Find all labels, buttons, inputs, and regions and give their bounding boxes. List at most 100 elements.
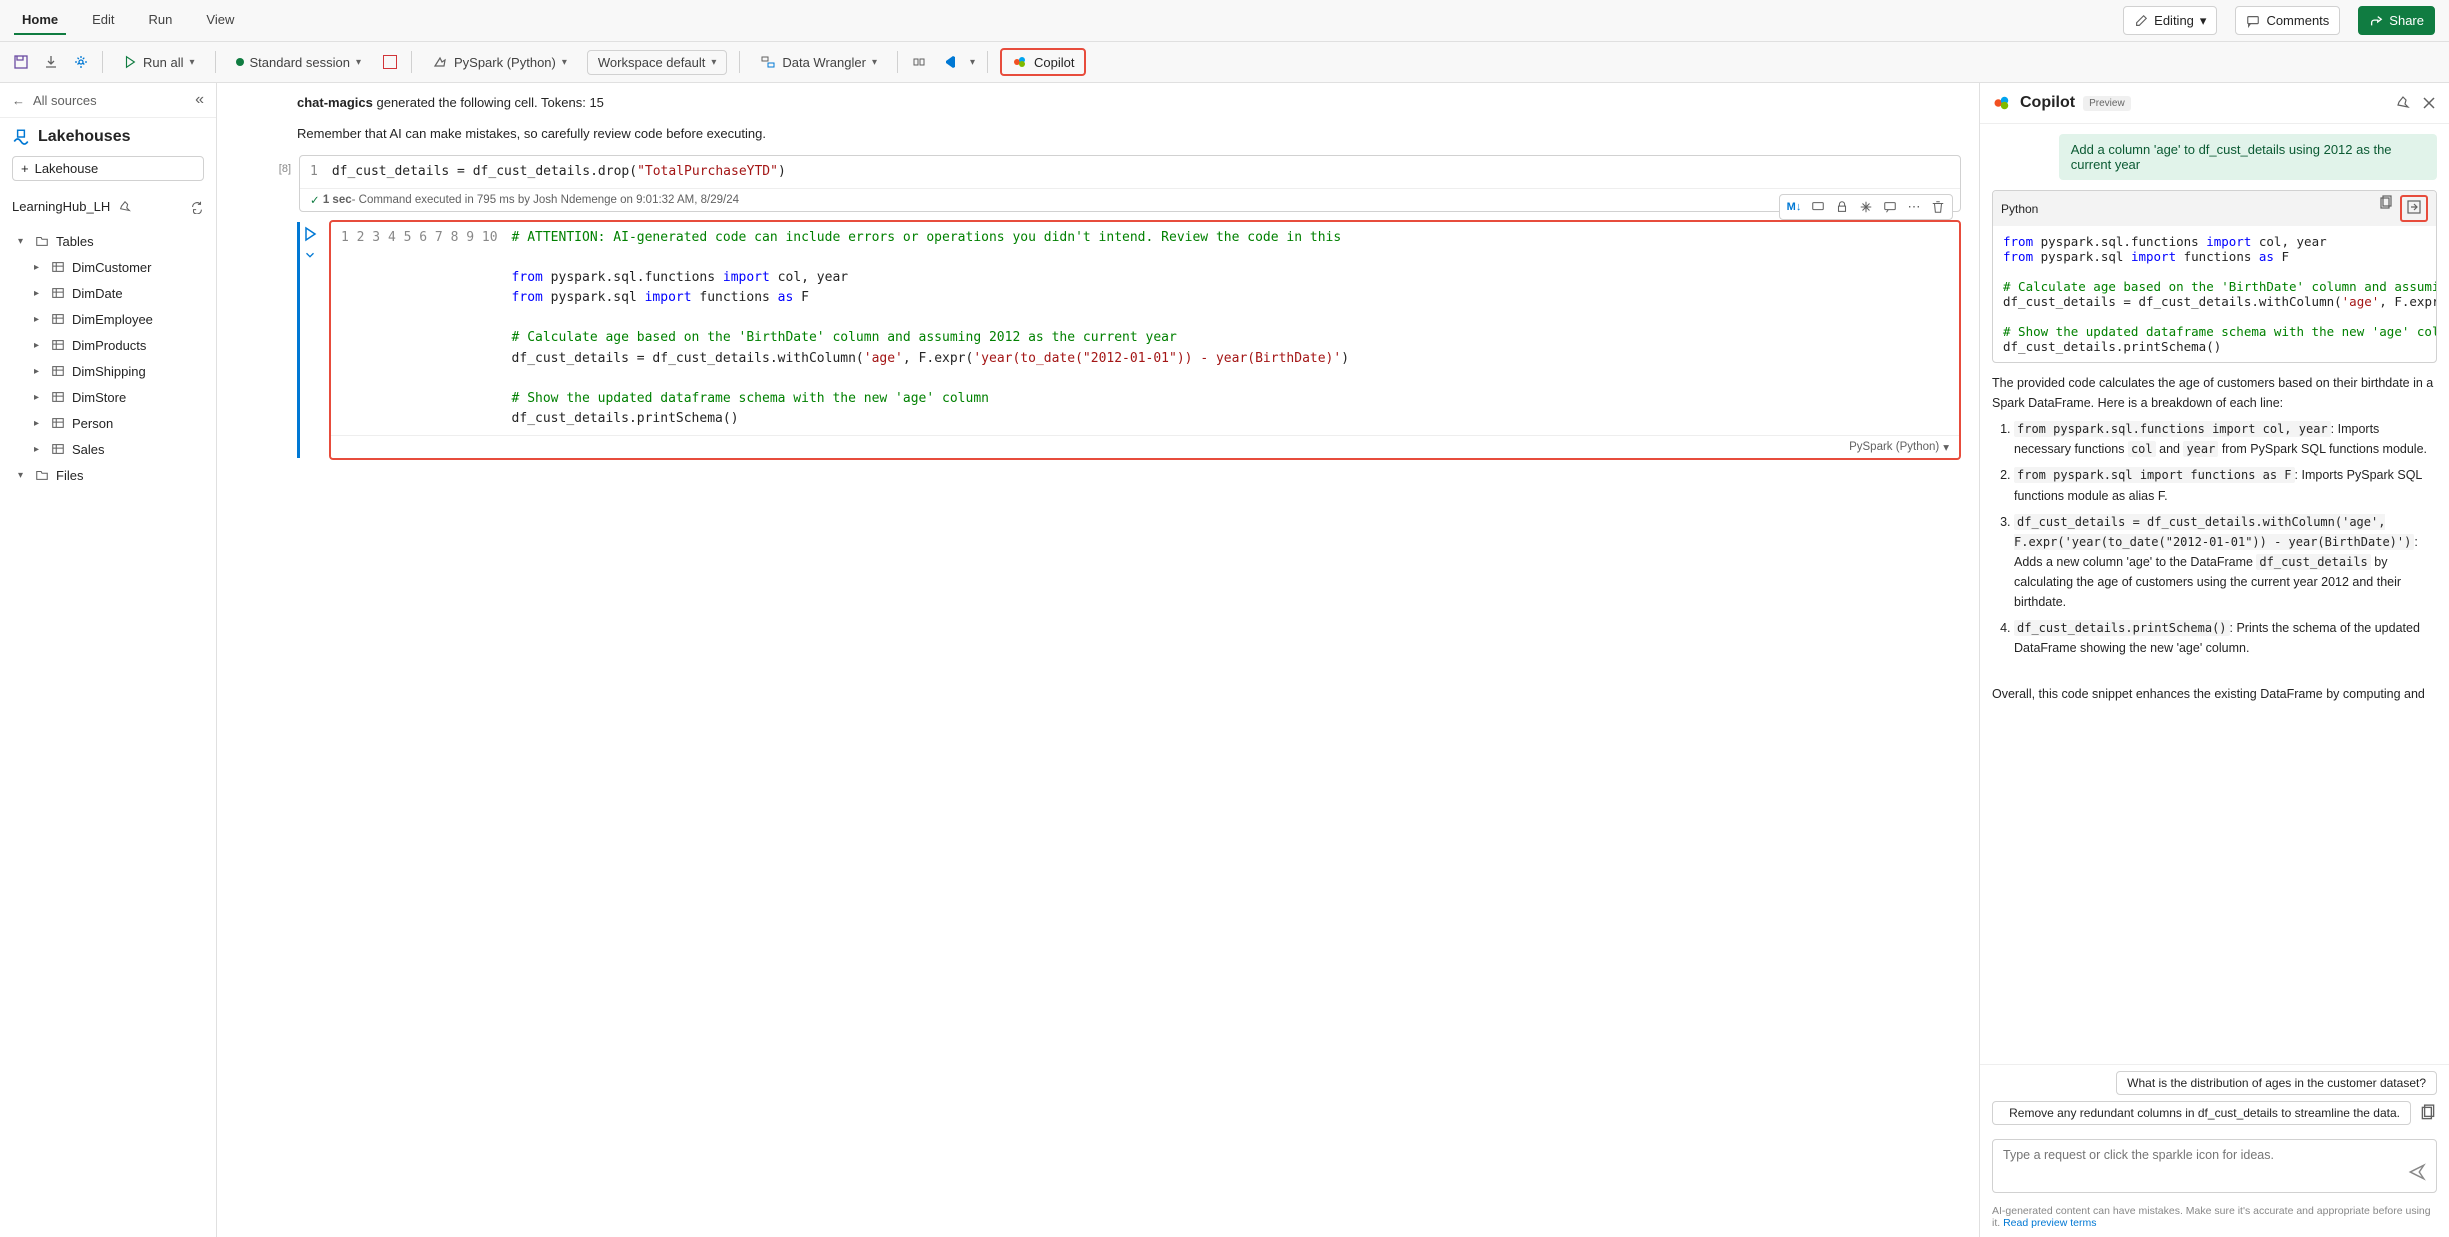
markdown-toggle[interactable]: M↓ — [1786, 199, 1802, 215]
play-icon — [123, 55, 137, 69]
stop-icon — [383, 55, 397, 69]
tree-table-item[interactable]: ▸Sales — [0, 436, 216, 462]
refresh-icon[interactable] — [190, 200, 204, 214]
code-body[interactable]: df_cust_details = df_cust_details.drop("… — [332, 162, 786, 182]
table-name: Sales — [72, 442, 105, 457]
copilot-label: Copilot — [1034, 55, 1074, 70]
copilot-icon — [1992, 93, 2012, 113]
delete-icon[interactable] — [1930, 199, 1946, 215]
settings-icon[interactable] — [72, 53, 90, 71]
suggestion-chip[interactable]: What is the distribution of ages in the … — [2116, 1071, 2437, 1095]
tab-view[interactable]: View — [198, 6, 242, 35]
preview-badge: Preview — [2083, 96, 2131, 111]
run-cell-icon[interactable] — [302, 226, 318, 242]
copilot-input-field[interactable] — [2003, 1148, 2408, 1162]
table-name: DimEmployee — [72, 312, 153, 327]
stop-button[interactable] — [381, 53, 399, 71]
tab-run[interactable]: Run — [141, 6, 181, 35]
copilot-button[interactable]: Copilot — [1000, 48, 1086, 76]
data-wrangler-dropdown[interactable]: Data Wrangler ▾ — [752, 50, 885, 74]
plus-icon: + — [21, 161, 29, 176]
table-name: DimProducts — [72, 338, 146, 353]
preview-terms-link[interactable]: Read preview terms — [2003, 1217, 2096, 1229]
lakehouse-name[interactable]: LearningHub_LH — [12, 199, 110, 214]
pin-icon[interactable] — [118, 200, 132, 214]
cell-lang-dropdown[interactable]: PySpark (Python)▾ — [1849, 440, 1949, 454]
insert-code-button[interactable] — [2400, 195, 2428, 222]
user-message: Add a column 'age' to df_cust_details us… — [2059, 134, 2437, 180]
editing-label: Editing — [2154, 13, 2194, 28]
tree-table-item[interactable]: ▸DimCustomer — [0, 254, 216, 280]
comments-button[interactable]: Comments — [2235, 6, 2340, 35]
copilot-code-block: Python from pyspark.sql.functions import… — [1992, 190, 2437, 363]
download-icon[interactable] — [42, 53, 60, 71]
status-dot-icon — [236, 58, 244, 66]
comments-label: Comments — [2266, 13, 2329, 28]
send-icon[interactable] — [2408, 1163, 2426, 1184]
editing-mode-dropdown[interactable]: Editing ▾ — [2123, 6, 2217, 35]
pencil-icon — [2134, 14, 2148, 28]
add-lakehouse-button[interactable]: + Lakehouse — [12, 156, 204, 181]
tree-table-item[interactable]: ▸ DimProducts — [0, 332, 216, 358]
table-icon — [50, 337, 66, 353]
wrangler-label: Data Wrangler — [782, 55, 866, 70]
sources-label[interactable]: All sources — [33, 93, 97, 108]
files-label: Files — [56, 468, 83, 483]
frozen-icon[interactable] — [910, 53, 928, 71]
save-icon[interactable] — [12, 53, 30, 71]
chevron-down-icon[interactable]: ▾ — [970, 57, 975, 68]
copilot-input[interactable] — [1992, 1139, 2437, 1193]
copilot-cell-icon[interactable] — [1882, 199, 1898, 215]
sidebar: ← All sources « Lakehouses + Lakehouse L… — [0, 83, 217, 1237]
session-status[interactable]: Standard session ▾ — [228, 51, 369, 74]
spark-icon — [432, 54, 448, 70]
line-number: 1 — [310, 162, 332, 182]
tree-files[interactable]: ▾ Files — [0, 462, 216, 488]
share-icon — [2369, 14, 2383, 28]
code-body[interactable]: # ATTENTION: AI-generated code can inclu… — [512, 228, 1349, 429]
notebook-content: chat-magics generated the following cell… — [217, 83, 1979, 1237]
lakehouse-tag-label: Lakehouse — [35, 161, 99, 176]
tab-home[interactable]: Home — [14, 6, 66, 35]
lock-icon[interactable] — [1834, 199, 1850, 215]
lakehouse-icon — [12, 128, 30, 146]
freeze-icon[interactable] — [1858, 199, 1874, 215]
tree-table-item[interactable]: ▸DimDate — [0, 280, 216, 306]
explanation: The provided code calculates the age of … — [1992, 373, 2437, 704]
chevron-down-icon[interactable] — [303, 248, 317, 262]
table-icon — [50, 363, 66, 379]
active-indicator — [297, 222, 300, 458]
copy-icon[interactable] — [2419, 1104, 2437, 1122]
kernel-dropdown[interactable]: PySpark (Python) ▾ — [424, 50, 575, 74]
code-cell[interactable]: 1 df_cust_details = df_cust_details.drop… — [299, 155, 1961, 212]
suggestion-chip[interactable]: Remove any redundant columns in df_cust_… — [1992, 1101, 2411, 1125]
exec-detail: - Command executed in 795 ms by Josh Nde… — [352, 194, 739, 206]
collapse-sidebar-icon[interactable]: « — [195, 91, 204, 109]
table-icon — [50, 389, 66, 405]
copilot-pane: Copilot Preview Add a column 'age' to df… — [1979, 83, 2449, 1237]
comment-icon[interactable] — [1810, 199, 1826, 215]
toolbar: Run all ▾ Standard session ▾ PySpark (Py… — [0, 42, 2449, 83]
pin-icon[interactable] — [2395, 95, 2411, 111]
more-icon[interactable]: ⋯ — [1906, 199, 1922, 215]
tree-table-item[interactable]: ▸DimShipping — [0, 358, 216, 384]
exec-time: 1 sec — [323, 194, 352, 206]
tree-table-item[interactable]: ▸Person — [0, 410, 216, 436]
tree-table-item[interactable]: ▸DimEmployee — [0, 306, 216, 332]
check-icon: ✓ — [310, 193, 320, 207]
copy-icon[interactable] — [2378, 195, 2394, 222]
chevron-right-icon: ▸ — [34, 340, 44, 351]
share-button[interactable]: Share — [2358, 6, 2435, 35]
tree-table-item[interactable]: ▸DimStore — [0, 384, 216, 410]
chevron-down-icon: ▾ — [356, 57, 361, 68]
close-icon[interactable] — [2421, 95, 2437, 111]
tree-tables[interactable]: ▾ Tables — [0, 228, 216, 254]
vscode-icon[interactable] — [940, 53, 958, 71]
code-cell-active[interactable]: M↓ ⋯ 1 2 3 4 5 6 7 8 9 10 # ATTENTION: A… — [329, 220, 1961, 460]
back-arrow-icon[interactable]: ← — [12, 93, 25, 108]
share-label: Share — [2389, 13, 2424, 28]
workspace-dropdown[interactable]: Workspace default ▾ — [587, 50, 727, 75]
run-all-button[interactable]: Run all ▾ — [115, 51, 203, 74]
run-all-label: Run all — [143, 55, 183, 70]
tab-edit[interactable]: Edit — [84, 6, 122, 35]
